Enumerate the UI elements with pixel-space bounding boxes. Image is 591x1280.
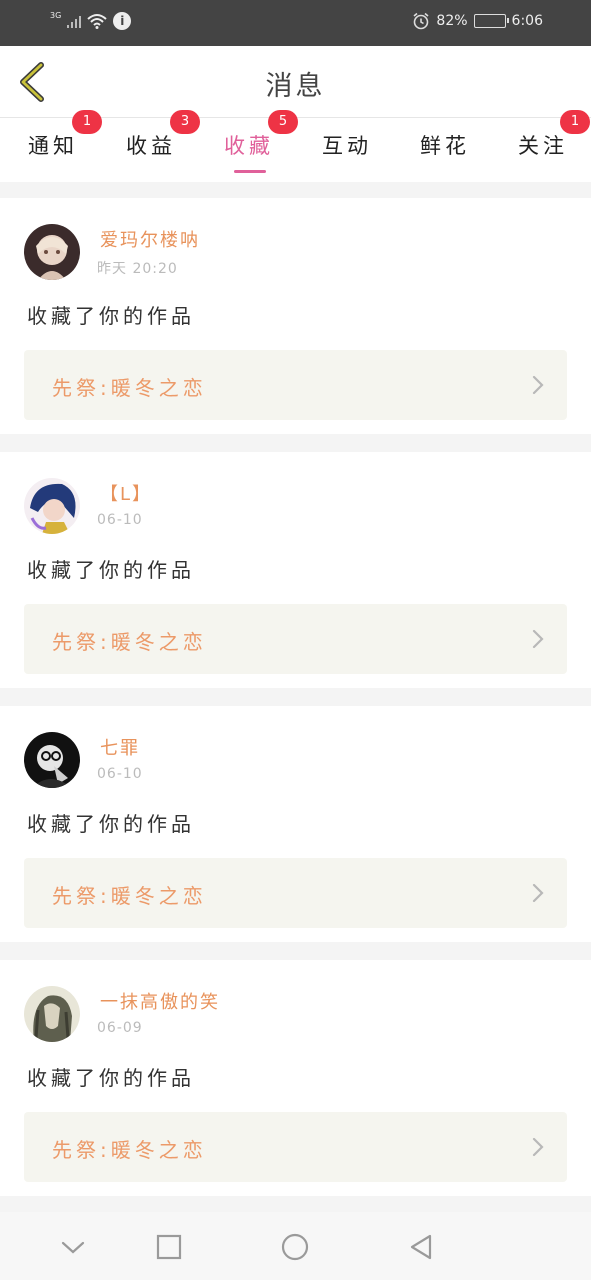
system-nav-bar	[0, 1212, 591, 1280]
status-bar: 3G i 82% 6:06	[0, 0, 591, 46]
user-name[interactable]: 爱玛尔楼呐	[100, 226, 200, 252]
chevron-down-icon	[61, 1241, 85, 1254]
status-right: 82% 6:06	[412, 12, 543, 30]
tab-flowers[interactable]: 鲜花	[410, 118, 480, 182]
chevron-right-icon	[532, 375, 544, 395]
triangle-back-icon	[410, 1234, 432, 1260]
work-title: 先祭:暖冬之恋	[52, 630, 207, 654]
chevron-right-icon	[532, 629, 544, 649]
work-link[interactable]: 先祭:暖冬之恋	[24, 350, 567, 420]
action-text: 收藏了你的作品	[27, 812, 195, 836]
status-left: 3G i	[50, 10, 132, 30]
network-type: 3G	[50, 10, 62, 20]
alarm-icon	[413, 12, 429, 30]
page-title: 消息	[265, 71, 326, 102]
work-link[interactable]: 先祭:暖冬之恋	[24, 858, 567, 928]
recent-apps-button[interactable]	[152, 1230, 186, 1264]
work-title: 先祭:暖冬之恋	[52, 1138, 207, 1162]
circle-icon	[281, 1233, 309, 1261]
hide-nav-button[interactable]	[56, 1230, 90, 1264]
work-link[interactable]: 先祭:暖冬之恋	[24, 1112, 567, 1182]
message-card: 爱玛尔楼呐 昨天 20:20 收藏了你的作品 先祭:暖冬之恋	[0, 198, 591, 434]
user-name[interactable]: 一抹高傲的笑	[100, 988, 220, 1014]
chevron-right-icon	[532, 883, 544, 903]
tab-label: 互动	[322, 134, 372, 158]
work-link[interactable]: 先祭:暖冬之恋	[24, 604, 567, 674]
square-icon	[156, 1234, 182, 1260]
tab-label: 收藏	[224, 134, 274, 158]
work-title: 先祭:暖冬之恋	[52, 376, 207, 400]
avatar[interactable]	[24, 478, 80, 534]
message-card: 七罪 06-10 收藏了你的作品 先祭:暖冬之恋	[0, 706, 591, 942]
tab-label: 收益	[126, 134, 176, 158]
battery-icon	[473, 14, 509, 28]
tab-interactions[interactable]: 互动	[312, 118, 382, 182]
tab-notifications[interactable]: 通知 1	[18, 110, 102, 182]
battery-percent: 82%	[436, 13, 468, 29]
header: 消息	[0, 46, 591, 118]
user-name[interactable]: 【L】	[100, 480, 152, 506]
active-tab-indicator	[234, 170, 266, 173]
notification-badge: 1	[560, 110, 590, 134]
message-card: 【L】 06-10 收藏了你的作品 先祭:暖冬之恋	[0, 452, 591, 688]
avatar[interactable]	[24, 986, 80, 1042]
tab-label: 鲜花	[420, 134, 470, 158]
message-time: 06-09	[97, 1020, 143, 1036]
avatar[interactable]	[24, 732, 80, 788]
message-time: 昨天 20:20	[97, 261, 178, 277]
user-name[interactable]: 七罪	[100, 734, 140, 760]
avatar[interactable]	[24, 224, 80, 280]
tab-follows[interactable]: 关注 1	[508, 110, 590, 182]
work-title: 先祭:暖冬之恋	[52, 884, 207, 908]
tab-earnings[interactable]: 收益 3	[116, 110, 200, 182]
message-list: 爱玛尔楼呐 昨天 20:20 收藏了你的作品 先祭:暖冬之恋 【L】 06-10…	[0, 182, 591, 1212]
notification-badge: 5	[268, 110, 298, 134]
message-time: 06-10	[97, 512, 143, 528]
info-icon: i	[113, 12, 132, 30]
tab-label: 通知	[28, 134, 78, 158]
action-text: 收藏了你的作品	[27, 558, 195, 582]
home-button[interactable]	[278, 1230, 312, 1264]
back-nav-button[interactable]	[404, 1230, 438, 1264]
clock: 6:06	[511, 13, 543, 29]
signal-icon	[67, 14, 82, 28]
message-time: 06-10	[97, 766, 143, 782]
tab-bar: 通知 1 收益 3 收藏 5 互动 鲜花 关注 1	[0, 110, 591, 182]
action-text: 收藏了你的作品	[27, 304, 195, 328]
message-card: 一抹高傲的笑 06-09 收藏了你的作品 先祭:暖冬之恋	[0, 960, 591, 1196]
notification-badge: 1	[72, 110, 102, 134]
tab-label: 关注	[518, 134, 568, 158]
chevron-right-icon	[532, 1137, 544, 1157]
tab-favorites[interactable]: 收藏 5	[214, 110, 298, 182]
wifi-icon	[87, 14, 107, 29]
notification-badge: 3	[170, 110, 200, 134]
action-text: 收藏了你的作品	[27, 1066, 195, 1090]
